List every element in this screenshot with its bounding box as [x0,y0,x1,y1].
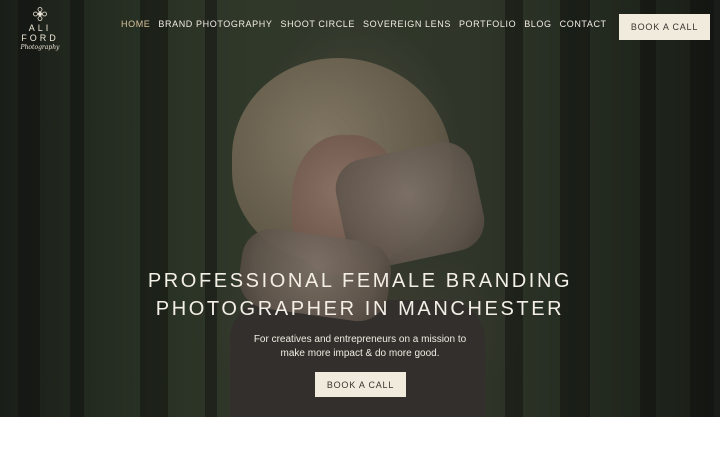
header-book-call-button[interactable]: BOOK A CALL [619,14,710,40]
nav-item-blog[interactable]: BLOG [524,19,551,29]
main-nav: HOME BRAND PHOTOGRAPHY SHOOT CIRCLE SOVE… [121,19,607,29]
nav-item-portfolio[interactable]: PORTFOLIO [459,19,516,29]
hero-headline: PROFESSIONAL FEMALE BRANDING PHOTOGRAPHE… [120,267,600,323]
hero-book-call-button[interactable]: BOOK A CALL [315,372,406,397]
hero-headline-line1: PROFESSIONAL FEMALE BRANDING [147,270,573,292]
hero-tagline-line2: make more impact & do more good. [280,348,440,359]
hero-tagline: For creatives and entrepreneurs on a mis… [210,333,510,361]
site-logo[interactable]: ALI FORD Photography [8,6,72,51]
nav-item-contact[interactable]: CONTACT [560,19,607,29]
nav-item-sovereign-lens[interactable]: SOVEREIGN LENS [363,19,451,29]
hero-tagline-line1: For creatives and entrepreneurs on a mis… [253,334,467,345]
nav-item-shoot-circle[interactable]: SHOOT CIRCLE [280,19,355,29]
nav-item-brand-photography[interactable]: BRAND PHOTOGRAPHY [158,19,272,29]
logo-name: ALI FORD [21,23,59,43]
hero-headline-line2: PHOTOGRAPHER IN MANCHESTER [155,298,565,320]
logo-subtitle: Photography [20,44,60,51]
nav-item-home[interactable]: HOME [121,19,150,29]
flower-icon [33,7,47,21]
